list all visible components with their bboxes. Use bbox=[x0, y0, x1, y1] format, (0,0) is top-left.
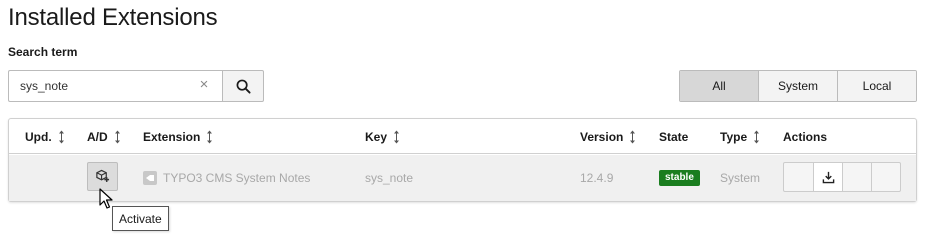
action-button-empty[interactable] bbox=[871, 163, 900, 191]
search-input[interactable] bbox=[8, 70, 222, 102]
column-label: Type bbox=[720, 129, 748, 144]
column-header-extension[interactable]: Extension bbox=[143, 119, 213, 154]
column-header-ad[interactable]: A/D bbox=[87, 119, 121, 154]
download-icon bbox=[822, 171, 834, 183]
actions-button-group bbox=[783, 162, 901, 192]
sort-icon bbox=[754, 130, 760, 143]
table-header: Upd. A/D Extension Key Version State Typ… bbox=[9, 119, 916, 154]
tooltip-text: Activate bbox=[119, 211, 162, 226]
column-header-actions: Actions bbox=[783, 119, 827, 154]
activate-button[interactable] bbox=[87, 162, 118, 191]
state-badge: stable bbox=[659, 170, 700, 186]
cell-extension: TYPO3 CMS System Notes bbox=[143, 155, 310, 201]
cell-version: 12.4.9 bbox=[580, 171, 614, 185]
filter-all-button[interactable]: All bbox=[680, 71, 758, 101]
search-icon bbox=[236, 79, 251, 94]
filter-system-button[interactable]: System bbox=[758, 71, 837, 101]
action-button-empty[interactable] bbox=[784, 163, 813, 191]
column-header-type[interactable]: Type bbox=[720, 119, 760, 154]
filter-group: All System Local bbox=[679, 70, 917, 102]
activate-extension-icon bbox=[96, 169, 110, 182]
cell-state: stable bbox=[659, 155, 700, 201]
column-label: State bbox=[659, 129, 689, 144]
extension-icon bbox=[143, 171, 157, 185]
sort-icon bbox=[58, 130, 64, 143]
cell-key: sys_note bbox=[365, 171, 414, 185]
sort-icon bbox=[394, 130, 400, 143]
tooltip: Activate bbox=[112, 206, 169, 231]
column-header-upd[interactable]: Upd. bbox=[25, 119, 65, 154]
column-header-version[interactable]: Version bbox=[580, 119, 636, 154]
sort-icon bbox=[114, 130, 120, 143]
page-title: Installed Extensions bbox=[8, 4, 218, 31]
search-label: Search term bbox=[8, 45, 78, 59]
column-label: Extension bbox=[143, 129, 201, 144]
column-header-state: State bbox=[659, 119, 688, 154]
search-button[interactable] bbox=[222, 70, 264, 102]
extension-title[interactable]: TYPO3 CMS System Notes bbox=[163, 171, 310, 185]
download-button[interactable] bbox=[813, 163, 842, 191]
table-row: TYPO3 CMS System Notes sys_note 12.4.9 s… bbox=[9, 155, 916, 201]
column-label: A/D bbox=[87, 129, 108, 144]
sort-icon bbox=[630, 130, 636, 143]
column-label: Actions bbox=[783, 129, 828, 144]
column-label: Key bbox=[365, 129, 388, 144]
search-group: × bbox=[8, 70, 264, 102]
action-button-empty[interactable] bbox=[842, 163, 871, 191]
sort-icon bbox=[207, 130, 213, 143]
cell-type: System bbox=[720, 171, 761, 185]
filter-local-button[interactable]: Local bbox=[837, 71, 916, 101]
column-header-key[interactable]: Key bbox=[365, 119, 400, 154]
clear-icon[interactable]: × bbox=[197, 77, 211, 92]
extensions-table: Upd. A/D Extension Key Version State Typ… bbox=[8, 118, 917, 202]
column-label: Version bbox=[580, 129, 624, 144]
column-label: Upd. bbox=[25, 129, 52, 144]
